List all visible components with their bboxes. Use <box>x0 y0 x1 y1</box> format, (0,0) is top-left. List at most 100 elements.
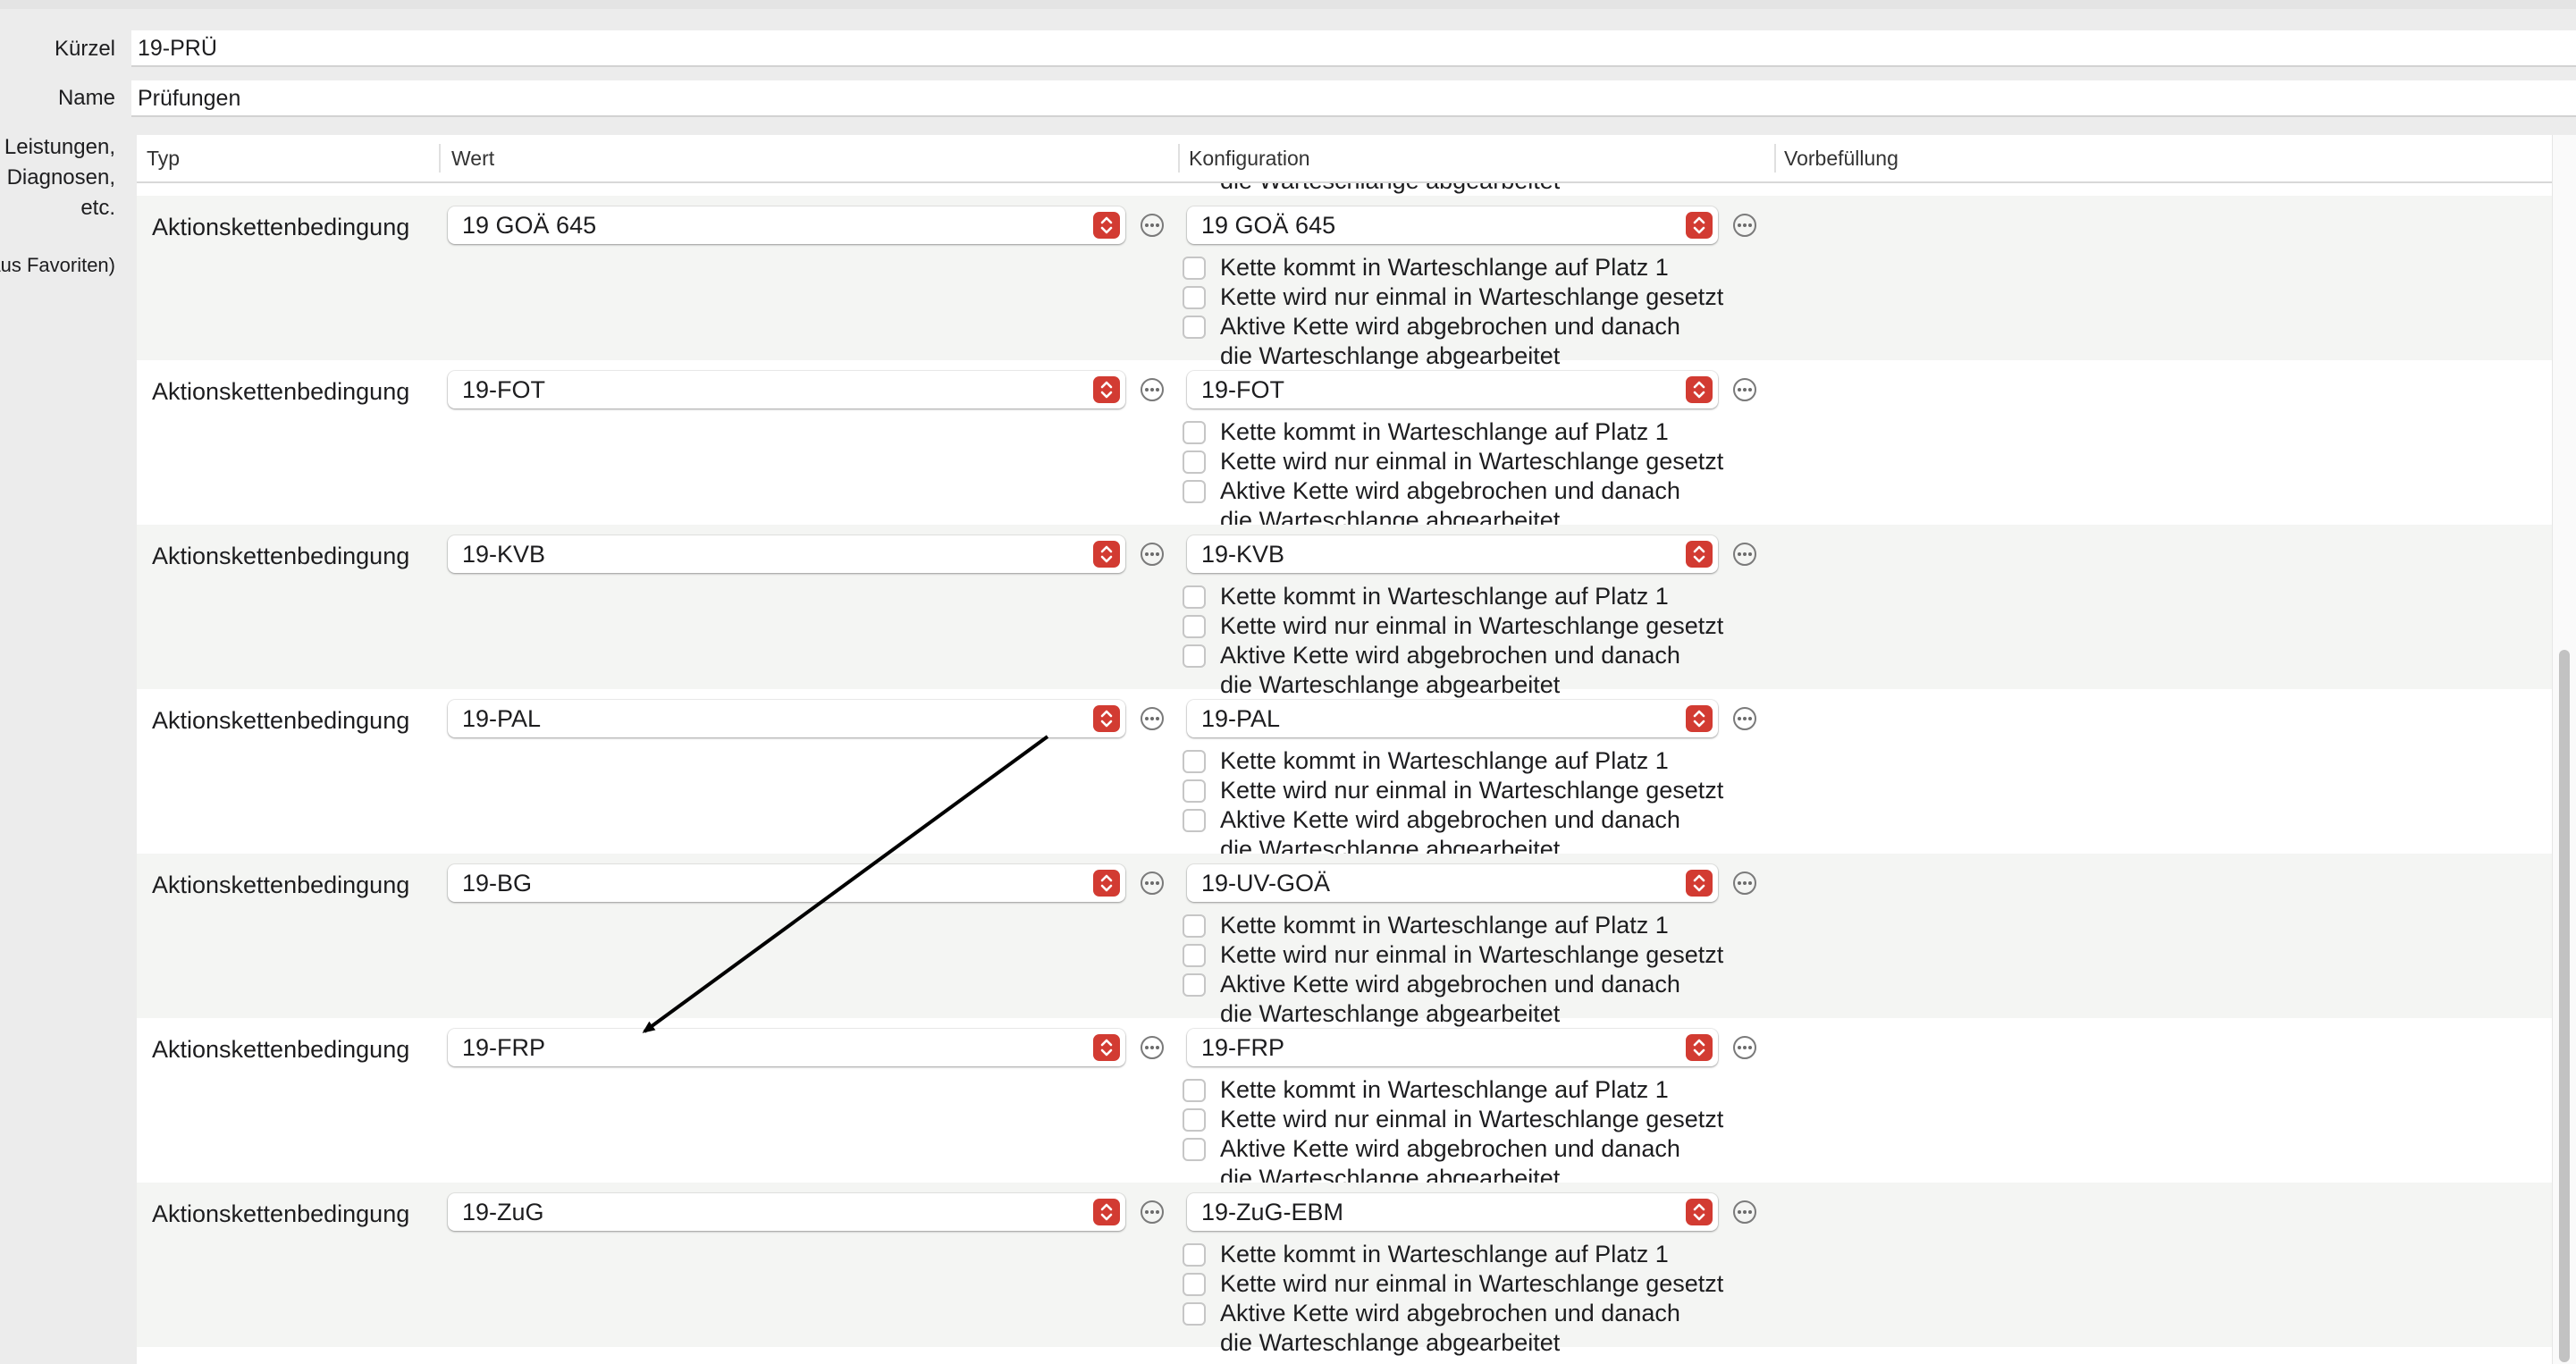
wert-popup[interactable]: 19-ZuG <box>448 1193 1125 1231</box>
option-label: Aktive Kette wird abgebrochen und danach <box>1220 1135 1680 1162</box>
option-checkbox[interactable] <box>1183 421 1206 444</box>
header-konfiguration[interactable]: Konfiguration <box>1189 135 1310 181</box>
chevron-updown-icon <box>1093 376 1120 403</box>
option-checkbox[interactable] <box>1183 257 1206 280</box>
name-label: Name <box>57 86 115 110</box>
chevron-updown-icon <box>1686 541 1713 568</box>
table-row: Aktionskettenbedingung 19 GOÄ 645 19 GOÄ… <box>137 196 2576 369</box>
header-divider <box>439 144 441 173</box>
wert-value: 19-PAL <box>462 705 542 732</box>
ellipsis-circle-icon[interactable] <box>1733 378 1756 401</box>
ellipsis-circle-icon[interactable] <box>1141 1200 1164 1224</box>
option-label: Aktive Kette wird abgebrochen und danach <box>1220 1300 1680 1326</box>
ellipsis-circle-icon[interactable] <box>1141 1036 1164 1059</box>
ellipsis-circle-icon[interactable] <box>1141 378 1164 401</box>
konfiguration-value: 19-ZuG-EBM <box>1201 1199 1344 1225</box>
wert-value: 19-ZuG <box>462 1199 544 1225</box>
option-label: Kette kommt in Warteschlange auf Platz 1 <box>1220 583 1669 610</box>
option-label: Kette wird nur einmal in Warteschlange g… <box>1220 612 1724 639</box>
option-checkbox[interactable] <box>1183 750 1206 773</box>
option-checkbox[interactable] <box>1183 944 1206 967</box>
option-label: Kette wird nur einmal in Warteschlange g… <box>1220 1106 1724 1132</box>
option-checkbox[interactable] <box>1183 973 1206 997</box>
option-checkbox[interactable] <box>1183 286 1206 309</box>
wert-popup[interactable]: 19-FOT <box>448 371 1125 408</box>
konfiguration-value: 19-FOT <box>1201 376 1285 403</box>
ellipsis-circle-icon[interactable] <box>1141 214 1164 237</box>
konfiguration-value: 19-UV-GOÄ <box>1201 870 1331 897</box>
chevron-updown-icon <box>1093 212 1120 239</box>
wert-popup[interactable]: 19-FRP <box>448 1029 1125 1066</box>
konfiguration-popup[interactable]: 19 GOÄ 645 <box>1187 206 1718 244</box>
header-typ[interactable]: Typ <box>147 135 180 181</box>
option-label: Kette kommt in Warteschlange auf Platz 1 <box>1220 1241 1669 1267</box>
option-checkbox[interactable] <box>1183 1302 1206 1326</box>
chevron-updown-icon <box>1686 1199 1713 1225</box>
header-wert[interactable]: Wert <box>451 135 494 181</box>
chevron-updown-icon <box>1093 1034 1120 1061</box>
option-continuation: die Warteschlange abgearbeitet <box>1220 1329 1561 1356</box>
option-label: Kette kommt in Warteschlange auf Platz 1 <box>1220 1076 1669 1103</box>
konfiguration-popup[interactable]: 19-UV-GOÄ <box>1187 864 1718 902</box>
wert-popup[interactable]: 19 GOÄ 645 <box>448 206 1125 244</box>
bedingungen-table: Typ Wert Konfiguration Vorbefüllung die … <box>137 135 2576 1364</box>
window-top-strip <box>0 0 2576 9</box>
ellipsis-circle-icon[interactable] <box>1733 1036 1756 1059</box>
header-vorbefuellung[interactable]: Vorbefüllung <box>1784 135 1898 181</box>
option-checkbox[interactable] <box>1183 480 1206 503</box>
wert-popup[interactable]: 19-PAL <box>448 700 1125 737</box>
ellipsis-circle-icon[interactable] <box>1141 543 1164 566</box>
row-typ: Aktionskettenbedingung <box>152 1036 410 1063</box>
ellipsis-circle-icon[interactable] <box>1733 214 1756 237</box>
option-label: Kette kommt in Warteschlange auf Platz 1 <box>1220 912 1669 939</box>
ellipsis-circle-icon[interactable] <box>1733 871 1756 895</box>
option-checkbox[interactable] <box>1183 615 1206 638</box>
option-checkbox[interactable] <box>1183 450 1206 474</box>
konfiguration-popup[interactable]: 19-ZuG-EBM <box>1187 1193 1718 1231</box>
row-typ: Aktionskettenbedingung <box>152 1200 410 1227</box>
ellipsis-circle-icon[interactable] <box>1733 707 1756 730</box>
wert-popup[interactable]: 19-BG <box>448 864 1125 902</box>
option-checkbox[interactable] <box>1183 585 1206 609</box>
row-typ: Aktionskettenbedingung <box>152 871 410 898</box>
table-rows: die Warteschlange abgearbeitet Aktionske… <box>137 181 2576 1364</box>
konfiguration-value: 19-KVB <box>1201 541 1285 568</box>
wert-value: 19 GOÄ 645 <box>462 212 597 239</box>
option-label: Kette kommt in Warteschlange auf Platz 1 <box>1220 254 1669 281</box>
chevron-updown-icon <box>1686 376 1713 403</box>
ellipsis-circle-icon[interactable] <box>1733 1200 1756 1224</box>
option-checkbox[interactable] <box>1183 914 1206 938</box>
option-checkbox[interactable] <box>1183 809 1206 832</box>
option-checkbox[interactable] <box>1183 1138 1206 1161</box>
ellipsis-circle-icon[interactable] <box>1141 871 1164 895</box>
konfiguration-popup[interactable]: 19-PAL <box>1187 700 1718 737</box>
ellipsis-circle-icon[interactable] <box>1141 707 1164 730</box>
konfiguration-popup[interactable]: 19-KVB <box>1187 535 1718 573</box>
kuerzel-field[interactable]: 19-PRÜ <box>131 30 2576 67</box>
side-label-leistungen: Leistungen, <box>4 135 115 159</box>
option-checkbox[interactable] <box>1183 1273 1206 1296</box>
wert-value: 19-BG <box>462 870 533 897</box>
option-checkbox[interactable] <box>1183 779 1206 803</box>
table-row: Aktionskettenbedingung 19-ZuG 19-ZuG-EBM <box>137 1183 2576 1356</box>
option-checkbox[interactable] <box>1183 1108 1206 1132</box>
vertical-scrollbar[interactable] <box>2552 135 2576 1364</box>
scrollbar-thumb[interactable] <box>2559 650 2570 1362</box>
side-label-favoriten: (aus Favoriten) <box>0 254 115 276</box>
option-checkbox[interactable] <box>1183 1243 1206 1267</box>
option-checkbox[interactable] <box>1183 1079 1206 1102</box>
option-label: Aktive Kette wird abgebrochen und danach <box>1220 806 1680 833</box>
konfiguration-value: 19-PAL <box>1201 705 1281 732</box>
table-row: Aktionskettenbedingung 19-BG 19-UV-GOÄ K… <box>137 854 2576 1027</box>
option-label: Kette kommt in Warteschlange auf Platz 1 <box>1220 747 1669 774</box>
option-label: Aktive Kette wird abgebrochen und danach <box>1220 971 1680 998</box>
konfiguration-popup[interactable]: 19-FRP <box>1187 1029 1718 1066</box>
wert-popup[interactable]: 19-KVB <box>448 535 1125 573</box>
chevron-updown-icon <box>1093 1199 1120 1225</box>
ellipsis-circle-icon[interactable] <box>1733 543 1756 566</box>
wert-value: 19-FRP <box>462 1034 546 1061</box>
name-field[interactable]: Prüfungen <box>131 80 2576 117</box>
option-checkbox[interactable] <box>1183 316 1206 339</box>
option-checkbox[interactable] <box>1183 644 1206 668</box>
konfiguration-popup[interactable]: 19-FOT <box>1187 371 1718 408</box>
